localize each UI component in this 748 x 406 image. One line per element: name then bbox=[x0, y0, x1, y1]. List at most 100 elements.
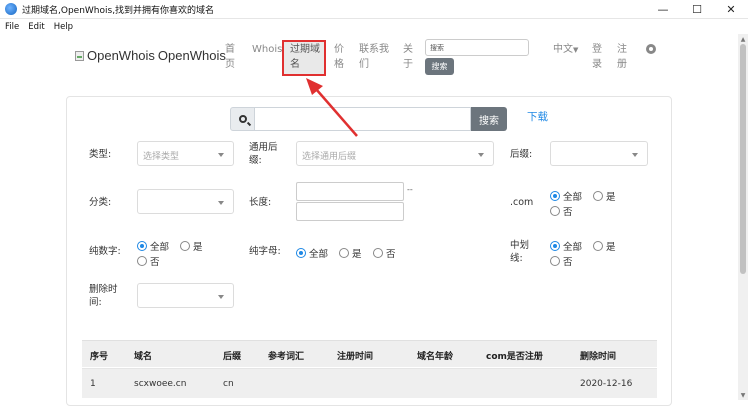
letters-radio-all[interactable]: 全部 bbox=[296, 246, 328, 260]
digits-radio-no[interactable]: 否 bbox=[137, 254, 160, 268]
digits-radio-yes[interactable]: 是 bbox=[180, 239, 203, 253]
th-age: 域名年龄 bbox=[417, 352, 454, 362]
language-label: 中文 bbox=[553, 44, 573, 55]
suffix2-select[interactable] bbox=[550, 141, 648, 166]
vertical-scrollbar[interactable]: ▲ ▼ bbox=[738, 34, 748, 400]
nav-expired-domains[interactable]: 过期域 名 bbox=[290, 42, 320, 72]
nav-expired-label-2: 名 bbox=[290, 59, 300, 70]
th-suffix: 后缀 bbox=[223, 352, 242, 362]
hyphen-radio-all[interactable]: 全部 bbox=[550, 239, 582, 253]
letters-no-label: 否 bbox=[386, 249, 396, 260]
app-icon bbox=[5, 3, 17, 15]
length-max-input[interactable] bbox=[296, 202, 404, 221]
th-delete-time: 删除时间 bbox=[580, 352, 617, 362]
scrollbar-thumb[interactable] bbox=[740, 44, 746, 274]
hyphen-no-label: 否 bbox=[563, 257, 573, 268]
nav-about[interactable]: 关 于 bbox=[403, 42, 413, 72]
nav-whois[interactable]: Whois bbox=[252, 42, 282, 57]
length-dash: -- bbox=[407, 185, 413, 194]
domain-search-input[interactable] bbox=[255, 107, 471, 131]
suffix-select[interactable]: 选择通用后缀 bbox=[296, 141, 494, 166]
nav-home[interactable]: 首 页 bbox=[225, 42, 235, 72]
github-icon[interactable] bbox=[646, 44, 656, 54]
category-select[interactable] bbox=[137, 189, 234, 214]
com-radio-all[interactable]: 全部 bbox=[550, 189, 582, 203]
menu-help[interactable]: Help bbox=[54, 22, 73, 32]
com-no-label: 否 bbox=[563, 207, 573, 218]
domain-search-button[interactable]: 搜索 bbox=[471, 107, 507, 131]
radio-checked-icon bbox=[137, 241, 147, 251]
search-icon bbox=[230, 107, 255, 131]
table-header: 序号 域名 后缀 参考词汇 注册时间 域名年龄 com是否注册 删除时间 bbox=[82, 340, 657, 367]
minimize-button[interactable]: — bbox=[646, 0, 680, 19]
menu-edit[interactable]: Edit bbox=[28, 22, 44, 32]
hyphen-radio-yes[interactable]: 是 bbox=[593, 239, 616, 253]
nav-pricing-label: 价 bbox=[334, 44, 344, 55]
radio-checked-icon bbox=[550, 241, 560, 251]
window-title: 过期域名,OpenWhois,找到并拥有你喜欢的域名 bbox=[22, 5, 215, 16]
nav-about-label-2: 于 bbox=[403, 59, 413, 70]
radio-icon bbox=[593, 191, 603, 201]
nav-register-label-2: 册 bbox=[617, 59, 627, 70]
nav-search-button[interactable]: 搜索 bbox=[425, 58, 454, 75]
nav-whois-label: Whois bbox=[252, 44, 283, 55]
nav-search-input[interactable]: 搜索 bbox=[425, 39, 529, 56]
radio-icon bbox=[550, 206, 560, 216]
suffix-label-1: 通用后 bbox=[249, 142, 278, 153]
suffix-label: 通用后 缀: bbox=[249, 141, 278, 167]
hyphen-all-label: 全部 bbox=[563, 242, 583, 253]
delete-time-select[interactable] bbox=[137, 283, 234, 308]
domain-search-group: 搜索 bbox=[230, 107, 507, 131]
letters-radio-yes[interactable]: 是 bbox=[339, 246, 362, 260]
nav-contact[interactable]: 联系我 们 bbox=[359, 42, 389, 72]
hyphen-label-1: 中划 bbox=[510, 240, 530, 251]
letters-radio-no[interactable]: 否 bbox=[373, 246, 396, 260]
caret-down-icon bbox=[218, 295, 224, 299]
row-delete-time: 2020-12-16 bbox=[580, 379, 633, 389]
caret-down-icon bbox=[218, 201, 224, 205]
suffix2-label: 后缀: bbox=[510, 149, 533, 160]
digits-all-label: 全部 bbox=[150, 242, 170, 253]
nav-home-label-2: 页 bbox=[225, 59, 235, 70]
radio-icon bbox=[339, 248, 349, 258]
menu-file[interactable]: File bbox=[5, 22, 19, 32]
scroll-down-icon[interactable]: ▼ bbox=[738, 390, 748, 400]
window-controls: — ☐ ✕ bbox=[646, 0, 748, 19]
digits-radio-all[interactable]: 全部 bbox=[137, 239, 169, 253]
close-button[interactable]: ✕ bbox=[714, 0, 748, 19]
category-label: 分类: bbox=[89, 197, 112, 208]
language-dropdown[interactable]: 中文▼ bbox=[553, 42, 578, 58]
caret-down-icon bbox=[632, 153, 638, 157]
th-reg-time: 注册时间 bbox=[337, 352, 374, 362]
table-row[interactable]: 1 scxwoee.cn cn 2020-12-16 bbox=[82, 368, 657, 398]
delete-time-label: 删除时 间: bbox=[89, 283, 118, 309]
com-radio-yes[interactable]: 是 bbox=[593, 189, 616, 203]
hyphen-label: 中划 线: bbox=[510, 239, 529, 265]
download-link[interactable]: 下载 bbox=[527, 109, 548, 124]
com-radio-no[interactable]: 否 bbox=[550, 204, 573, 218]
nav-pricing[interactable]: 价 格 bbox=[334, 42, 344, 72]
digits-yes-label: 是 bbox=[193, 242, 203, 253]
site-logo[interactable]: OpenWhois OpenWhois bbox=[75, 48, 226, 63]
row-domain[interactable]: scxwoee.cn bbox=[134, 379, 186, 389]
nav-expired-label: 过期域 bbox=[290, 44, 320, 55]
nav-pricing-label-2: 格 bbox=[334, 59, 344, 70]
length-label: 长度: bbox=[249, 197, 272, 208]
row-index: 1 bbox=[90, 379, 96, 389]
radio-checked-icon bbox=[550, 191, 560, 201]
scroll-up-icon[interactable]: ▲ bbox=[738, 34, 748, 44]
letters-all-label: 全部 bbox=[309, 249, 329, 260]
length-min-input[interactable] bbox=[296, 182, 404, 201]
com-yes-label: 是 bbox=[606, 192, 616, 203]
th-words: 参考词汇 bbox=[268, 352, 305, 362]
nav-register[interactable]: 注 册 bbox=[617, 42, 627, 72]
nav-login-label-2: 录 bbox=[592, 59, 602, 70]
maximize-button[interactable]: ☐ bbox=[680, 0, 714, 19]
nav-login[interactable]: 登 录 bbox=[592, 42, 602, 72]
com-label: .com bbox=[510, 197, 534, 208]
hyphen-radio-no[interactable]: 否 bbox=[550, 254, 573, 268]
digits-label: 纯数字: bbox=[89, 246, 121, 257]
th-domain: 域名 bbox=[134, 352, 153, 362]
type-select[interactable]: 选择类型 bbox=[137, 141, 234, 166]
th-index: 序号 bbox=[90, 352, 109, 362]
